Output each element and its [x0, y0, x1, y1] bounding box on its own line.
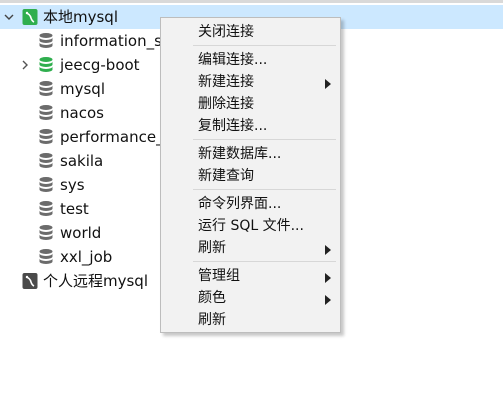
menu-item-label: 关闭连接 — [198, 24, 254, 40]
tree-item-label: information_s — [60, 32, 162, 50]
mysql-connection-icon — [22, 8, 38, 26]
chevron-right-icon[interactable] — [19, 59, 31, 71]
tree-item-label: world — [60, 224, 102, 242]
menu-separator — [193, 261, 336, 262]
menu-item-label: 新建连接 — [198, 74, 254, 90]
menu-item-new-query[interactable]: 新建查询 — [161, 165, 340, 187]
menu-item-label: 刷新 — [198, 240, 226, 256]
database-icon — [38, 80, 54, 98]
tree-item-label: sakila — [60, 152, 104, 170]
menu-item-new-connection[interactable]: 新建连接 — [161, 71, 340, 93]
submenu-arrow-icon — [325, 243, 331, 259]
menu-item-command-line[interactable]: 命令列界面... — [161, 193, 340, 215]
menu-item-new-database[interactable]: 新建数据库... — [161, 143, 340, 165]
chevron-down-icon[interactable] — [3, 11, 15, 23]
menu-item-manage-group[interactable]: 管理组 — [161, 265, 340, 287]
mysql-connection-icon — [22, 272, 38, 290]
submenu-arrow-icon — [325, 271, 331, 287]
menu-item-label: 管理组 — [198, 268, 240, 284]
menu-item-run-sql-file[interactable]: 运行 SQL 文件... — [161, 215, 340, 237]
database-icon — [38, 32, 54, 50]
database-icon — [38, 248, 54, 266]
database-icon — [38, 176, 54, 194]
menu-item-copy-connection[interactable]: 复制连接... — [161, 115, 340, 137]
menu-item-label: 刷新 — [198, 312, 226, 328]
database-icon — [38, 104, 54, 122]
menu-item-refresh-submenu[interactable]: 刷新 — [161, 237, 340, 259]
menu-separator — [193, 189, 336, 190]
tree-item-label: 个人远程mysql — [43, 272, 148, 290]
menu-item-label: 运行 SQL 文件... — [198, 218, 304, 234]
menu-item-label: 编辑连接... — [198, 52, 268, 68]
database-icon — [38, 56, 54, 74]
submenu-arrow-icon — [325, 293, 331, 309]
tree-item-label: sys — [60, 176, 85, 194]
menu-item-edit-connection[interactable]: 编辑连接... — [161, 49, 340, 71]
tree-item-label: 本地mysql — [43, 8, 118, 26]
menu-separator — [193, 139, 336, 140]
menu-item-refresh[interactable]: 刷新 — [161, 309, 340, 331]
menu-item-close-connection[interactable]: 关闭连接 — [161, 21, 340, 43]
menu-item-label: 复制连接... — [198, 118, 268, 134]
menu-item-color[interactable]: 颜色 — [161, 287, 340, 309]
tree-item-label: xxl_job — [60, 248, 113, 266]
menu-item-label: 删除连接 — [198, 96, 254, 112]
menu-item-label: 命令列界面... — [198, 196, 282, 212]
context-menu: 关闭连接 编辑连接... 新建连接 删除连接 复制连接... 新建数据库... … — [160, 17, 341, 333]
database-icon — [38, 128, 54, 146]
tree-item-label: mysql — [60, 80, 105, 98]
submenu-arrow-icon — [325, 77, 331, 93]
menu-item-label: 新建查询 — [198, 168, 254, 184]
tree-item-label: test — [60, 200, 89, 218]
menu-item-label: 新建数据库... — [198, 146, 282, 162]
menu-separator — [193, 45, 336, 46]
tree-item-label: jeecg-boot — [60, 56, 140, 74]
menu-item-label: 颜色 — [198, 290, 226, 306]
database-icon — [38, 152, 54, 170]
tree-item-label: performance_ — [60, 128, 164, 146]
database-icon — [38, 200, 54, 218]
database-icon — [38, 224, 54, 242]
tree-item-label: nacos — [60, 104, 104, 122]
menu-item-delete-connection[interactable]: 删除连接 — [161, 93, 340, 115]
